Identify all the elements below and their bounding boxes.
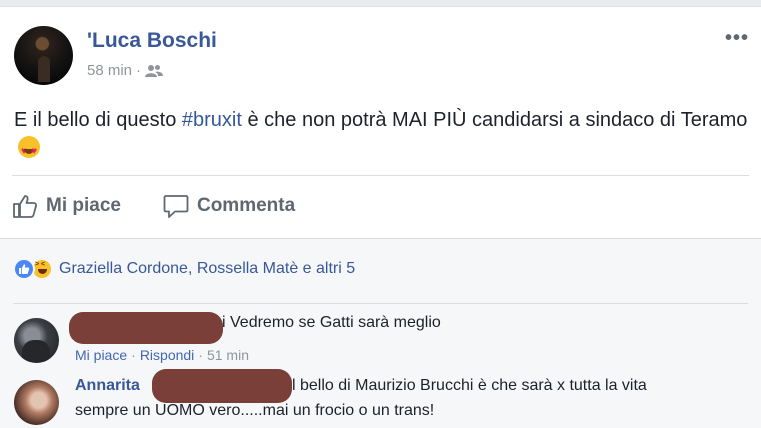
author-avatar[interactable] — [14, 26, 73, 85]
meta-separator: · — [131, 347, 136, 363]
comment-time[interactable]: 51 min — [207, 347, 249, 363]
comment-meta: Mi piace · Rispondi · 51 min — [75, 347, 249, 363]
comment-label: Commenta — [196, 195, 296, 216]
post-card: 'Luca Boschi 58 min · ••• E il bello di … — [0, 6, 761, 428]
post-time[interactable]: 58 min — [87, 62, 132, 79]
post-text-after: è che non potrà MAI PIÙ candidarsi a sin… — [241, 109, 748, 131]
hashtag-link[interactable]: #bruxit — [182, 109, 242, 131]
meta-separator: · — [198, 347, 203, 363]
post-meta: 58 min · — [87, 62, 164, 79]
redaction-mark — [152, 369, 292, 403]
commenter-avatar[interactable] — [14, 318, 59, 363]
comment-author[interactable]: Annarita — [75, 377, 140, 395]
divider — [13, 303, 748, 304]
post-text: E il bello di questo #bruxit è che non p… — [14, 106, 754, 166]
comment-bubble-icon — [163, 195, 189, 218]
post-author[interactable]: 'Luca Boschi — [87, 29, 217, 53]
post-actions: Mi piace Commenta — [12, 193, 295, 219]
comment-reply-link[interactable]: Rispondi — [140, 347, 194, 363]
reactions-summary[interactable]: Graziella Cordone, Rossella Matè e altri… — [13, 258, 355, 280]
thumbs-up-icon — [13, 195, 38, 218]
divider — [12, 175, 749, 176]
like-reaction-icon — [13, 258, 35, 280]
heart-eyes-emoji-icon — [18, 136, 40, 166]
reaction-names[interactable]: Graziella Cordone, Rossella Matè e altri… — [59, 260, 355, 278]
like-label: Mi piace — [46, 195, 121, 216]
post-text-before: E il bello di questo — [14, 109, 182, 131]
redaction-mark — [69, 312, 223, 344]
comment-like-link[interactable]: Mi piace — [75, 347, 127, 363]
commenter-avatar[interactable] — [14, 380, 59, 425]
more-options-icon[interactable]: ••• — [725, 28, 749, 48]
meta-separator: · — [136, 62, 142, 79]
comment-text: i Vedremo se Gatti sarà meglio — [222, 314, 441, 331]
comment-text-line2: sempre un UOMO vero.....mai un frocio o … — [75, 402, 435, 419]
comment-button[interactable]: Commenta — [163, 193, 295, 219]
comment-author-name[interactable]: Annarita — [75, 377, 140, 394]
comment-text-line1: l bello di Maurizio Brucchi è che sarà x… — [292, 377, 647, 394]
like-button[interactable]: Mi piace — [12, 193, 121, 219]
friends-audience-icon[interactable] — [145, 64, 164, 78]
